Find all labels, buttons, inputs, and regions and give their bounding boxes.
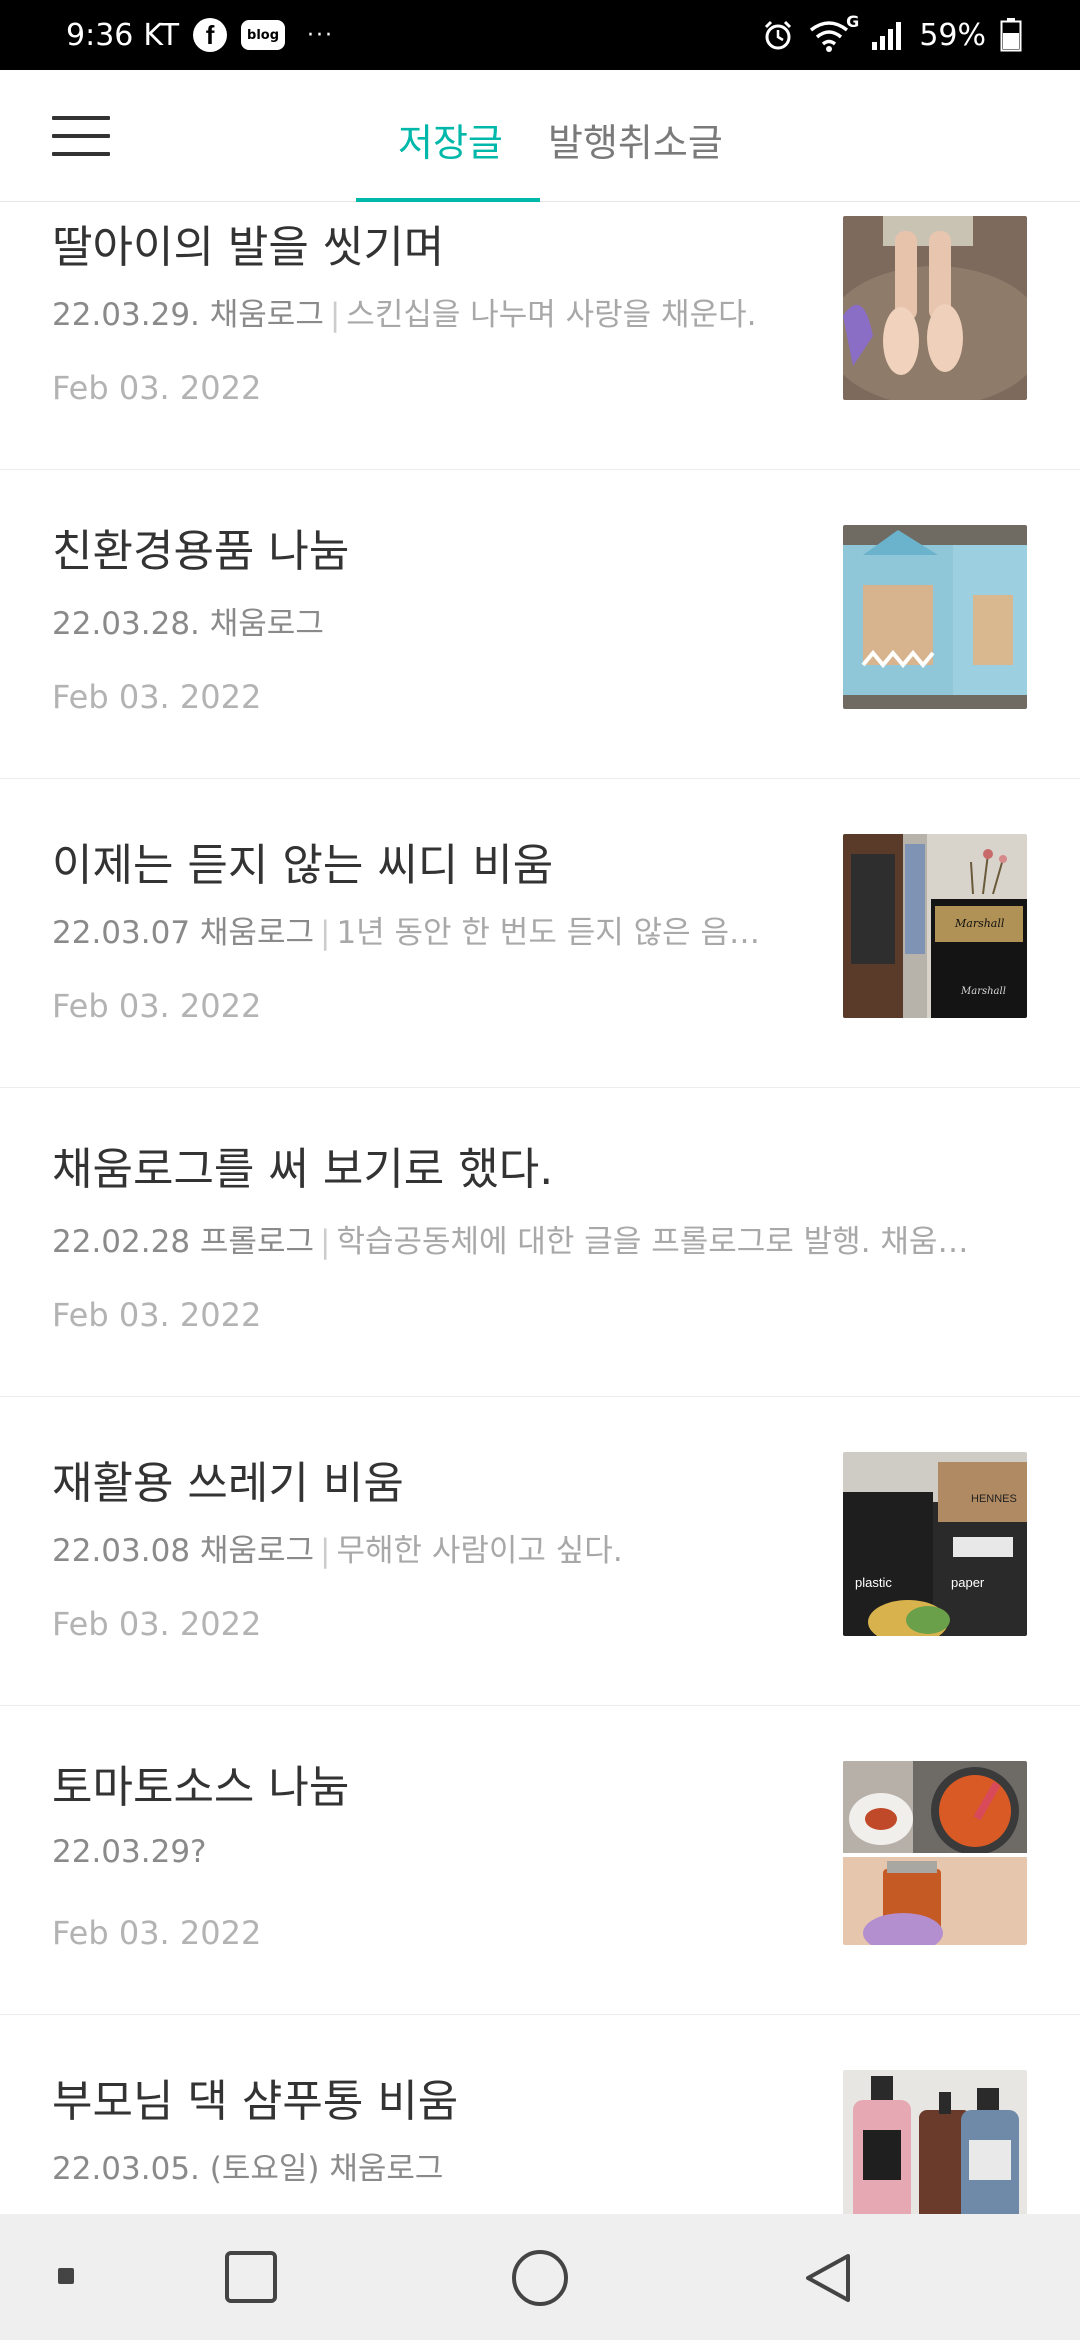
list-item[interactable]: 친환경용품 나눔 22.03.28. 채움로그 Feb 03. 2022 — [0, 470, 1080, 779]
meta-separator: | — [319, 1533, 331, 1569]
more-notifications-icon: ··· — [307, 22, 335, 48]
post-title: 친환경용품 나눔 — [52, 526, 350, 577]
post-title: 딸아이의 발을 씻기며 — [52, 222, 445, 273]
post-thumbnail — [843, 2070, 1027, 2214]
post-date: Feb 03. 2022 — [52, 678, 262, 716]
post-title: 채움로그를 써 보기로 했다. — [52, 1144, 554, 1195]
signal-icon — [871, 20, 905, 50]
post-list[interactable]: 딸아이의 발을 씻기며 22.03.29. 채움로그 | 스킨십을 나누며 사랑을 … — [0, 203, 1080, 2214]
triangle-back-icon[interactable] — [798, 2248, 858, 2308]
facebook-icon: f — [193, 18, 228, 52]
circle-home-icon[interactable] — [510, 2248, 570, 2308]
post-excerpt: 학습공동체에 대한 글을 프롤로그로 발행. 채움… — [336, 1224, 969, 1260]
battery-icon — [1000, 18, 1022, 52]
post-meta: 22.03.29? — [52, 1834, 207, 1870]
meta-separator: | — [319, 1224, 331, 1260]
square-recents-icon[interactable] — [222, 2248, 280, 2306]
blog-notification-icon: blog — [241, 20, 286, 50]
post-meta-text: 22.03.28. 채움로그 — [52, 606, 324, 642]
post-meta-text: 22.03.29. 채움로그 — [52, 297, 324, 333]
post-meta: 22.03.08 채움로그 | 무해한 사람이고 싶다. — [52, 1525, 623, 1570]
dot-indicator-icon — [56, 2266, 76, 2286]
list-item[interactable]: 딸아이의 발을 씻기며 22.03.29. 채움로그 | 스킨십을 나누며 사랑을 … — [0, 203, 1080, 470]
post-meta: 22.03.29. 채움로그 | 스킨십을 나누며 사랑을 채운다. — [52, 289, 756, 334]
post-meta-text: 22.02.28 프롤로그 — [52, 1224, 314, 1260]
box-label: HENNES — [971, 1493, 1017, 1505]
post-date: Feb 03. 2022 — [52, 369, 262, 407]
network-type-label: G — [846, 12, 860, 31]
post-thumbnail — [843, 525, 1027, 709]
carrier-name: KT — [143, 17, 180, 53]
clock: 9:36 — [66, 17, 134, 53]
post-thumbnail — [843, 1761, 1027, 1945]
post-meta-text: 22.03.08 채움로그 — [52, 1533, 314, 1569]
meta-separator: | — [319, 915, 331, 951]
tab-unpublished-posts[interactable]: 발행취소글 — [548, 112, 723, 167]
post-meta: 22.02.28 프롤로그 | 학습공동체에 대한 글을 프롤로그로 발행. 채움… — [52, 1216, 968, 1261]
alarm-icon — [761, 18, 795, 52]
list-item[interactable]: 채움로그를 써 보기로 했다. 22.02.28 프롤로그 | 학습공동체에 대한 … — [0, 1088, 1080, 1397]
tab-saved-posts[interactable]: 저장글 — [398, 112, 503, 167]
list-item[interactable]: 부모님 댁 샴푸통 비움 22.03.05. (토요일) 채움로그 — [0, 2015, 1080, 2214]
post-date: Feb 03. 2022 — [52, 987, 262, 1025]
app-header: 저장글 발행취소글 — [0, 70, 1080, 202]
post-excerpt: 1년 동안 한 번도 듣지 않은 음… — [336, 915, 761, 951]
post-date: Feb 03. 2022 — [52, 1914, 262, 1952]
amp-logo-top: Marshall — [954, 917, 1005, 930]
battery-percent: 59% — [919, 17, 986, 53]
tab-bar: 저장글 발행취소글 — [0, 70, 1080, 202]
post-excerpt: 스킨십을 나누며 사랑을 채운다. — [346, 297, 757, 333]
post-meta-text: 22.03.29? — [52, 1834, 207, 1870]
post-excerpt: 무해한 사람이고 싶다. — [336, 1533, 623, 1569]
post-meta: 22.03.07 채움로그 | 1년 동안 한 번도 듣지 않은 음… — [52, 907, 760, 952]
list-item[interactable]: 토마토소스 나눔 22.03.29? Feb 03. 2022 — [0, 1706, 1080, 2015]
post-title: 이제는 듣지 않는 씨디 비움 — [52, 840, 554, 891]
post-thumbnail: Marshall Marshall — [843, 834, 1027, 1018]
amp-logo-bottom: Marshall — [960, 986, 1006, 997]
post-meta: 22.03.28. 채움로그 — [52, 598, 324, 643]
meta-separator: | — [329, 297, 341, 333]
post-thumbnail — [843, 216, 1027, 400]
post-title: 부모님 댁 샴푸통 비움 — [52, 2076, 459, 2127]
post-meta: 22.03.05. (토요일) 채움로그 — [52, 2143, 443, 2188]
bag-label-plastic: plastic — [855, 1575, 892, 1590]
post-date: Feb 03. 2022 — [52, 1296, 262, 1334]
bag-label-paper: paper — [951, 1575, 985, 1590]
post-title: 재활용 쓰레기 비움 — [52, 1458, 404, 1509]
post-thumbnail: HENNES plastic paper — [843, 1452, 1027, 1636]
list-item[interactable]: 재활용 쓰레기 비움 22.03.08 채움로그 | 무해한 사람이고 싶다. Fe… — [0, 1397, 1080, 1706]
list-item[interactable]: 이제는 듣지 않는 씨디 비움 22.03.07 채움로그 | 1년 동안 한 번도… — [0, 779, 1080, 1088]
post-date: Feb 03. 2022 — [52, 1605, 262, 1643]
system-navigation-bar — [0, 2214, 1080, 2340]
wifi-icon: G — [809, 12, 859, 52]
status-bar: 9:36 KT f blog ··· G 59% — [0, 0, 1080, 70]
active-tab-indicator — [356, 198, 540, 202]
post-title: 토마토소스 나눔 — [52, 1762, 350, 1813]
post-meta-text: 22.03.07 채움로그 — [52, 915, 314, 951]
post-meta-text: 22.03.05. (토요일) 채움로그 — [52, 2151, 444, 2187]
